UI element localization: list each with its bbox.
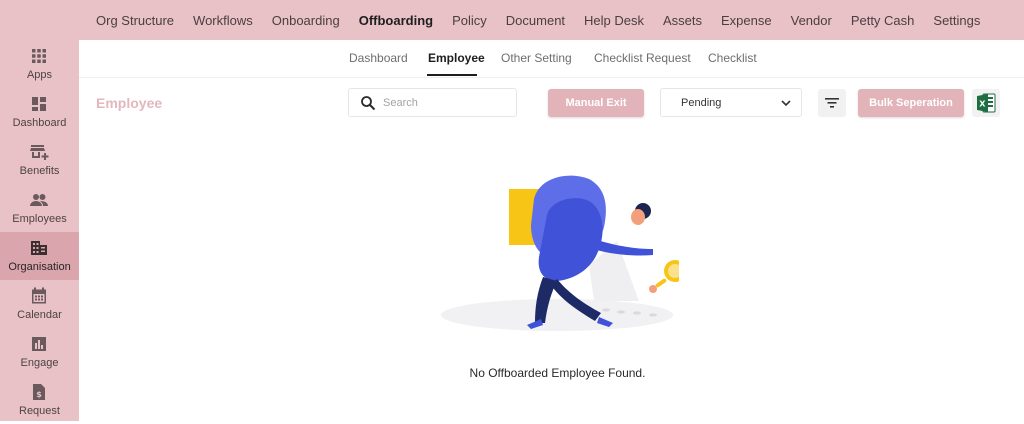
sidebar-item-label: Dashboard: [12, 117, 67, 129]
sidebar-item-label: Engage: [20, 357, 59, 369]
empty-search-illustration: [441, 175, 679, 331]
sidebar-item-apps[interactable]: Apps: [0, 40, 79, 88]
sidebar-item-engage[interactable]: Engage: [0, 328, 79, 376]
sidebar-item-benefits[interactable]: Benefits: [0, 136, 79, 184]
sidebar-item-label: Employees: [12, 213, 67, 225]
sub-navigation-tabs: Dashboard Employee Other Setting Checkli…: [79, 40, 1024, 78]
sidebar-item-dashboard[interactable]: Dashboard: [0, 88, 79, 136]
svg-text:$: $: [36, 390, 42, 399]
sidebar: Apps Dashboard Benefits Employees Organi…: [0, 40, 79, 421]
sidebar-item-calendar[interactable]: Calendar: [0, 280, 79, 328]
top-navigation-bar: Org Structure Workflows Onboarding Offbo…: [0, 0, 1024, 40]
excel-export-button[interactable]: X: [972, 89, 1000, 117]
illustration-hand: [649, 285, 657, 293]
sidebar-item-employees[interactable]: Employees: [0, 184, 79, 232]
topnav-expense[interactable]: Expense: [721, 13, 772, 28]
sidebar-item-label: Request: [19, 405, 60, 417]
sidebar-item-request[interactable]: $ Request: [0, 376, 79, 424]
calendar-icon: [32, 287, 46, 304]
benefits-store-icon: [30, 145, 49, 160]
topnav-assets[interactable]: Assets: [663, 13, 702, 28]
topnav-settings[interactable]: Settings: [933, 13, 980, 28]
bar-chart-icon: [32, 337, 46, 351]
sidebar-item-label: Apps: [26, 69, 53, 81]
tab-dashboard[interactable]: Dashboard: [349, 51, 408, 65]
status-select-value: Pending: [681, 97, 722, 109]
sidebar-item-label: Calendar: [17, 309, 62, 321]
topnav-workflows[interactable]: Workflows: [193, 13, 253, 28]
search-input[interactable]: [383, 94, 511, 112]
search-box[interactable]: [348, 88, 517, 117]
topnav-petty-cash[interactable]: Petty Cash: [851, 13, 915, 28]
status-select[interactable]: Pending: [660, 88, 802, 117]
empty-state-text: No Offboarded Employee Found.: [469, 366, 646, 380]
bulk-separation-button[interactable]: Bulk Seperation: [858, 89, 964, 117]
sidebar-item-label: Benefits: [19, 165, 60, 177]
apps-grid-icon: [32, 49, 46, 63]
tab-checklist-request[interactable]: Checklist Request: [594, 51, 691, 65]
topnav-offboarding[interactable]: Offboarding: [359, 13, 433, 28]
sidebar-item-label: Organisation: [8, 261, 71, 273]
topnav-document[interactable]: Document: [506, 13, 565, 28]
search-icon: [361, 96, 376, 111]
main-content: Dashboard Employee Other Setting Checkli…: [79, 40, 1024, 421]
tab-employee[interactable]: Employee: [428, 51, 485, 65]
chevron-down-icon: [781, 100, 791, 107]
topnav-onboarding[interactable]: Onboarding: [272, 13, 340, 28]
top-navigation-items: Org Structure Workflows Onboarding Offbo…: [96, 0, 999, 40]
topnav-org-structure[interactable]: Org Structure: [96, 13, 174, 28]
page-title: Employee: [96, 95, 163, 111]
svg-text:X: X: [979, 100, 986, 109]
filter-button[interactable]: [818, 89, 846, 117]
building-icon: [31, 241, 47, 255]
excel-icon: X: [977, 93, 996, 113]
people-icon: [30, 194, 48, 206]
topnav-help-desk[interactable]: Help Desk: [584, 13, 644, 28]
tab-checklist[interactable]: Checklist: [708, 51, 757, 65]
empty-state-message: No Offboarded Employee Found.: [79, 366, 1024, 380]
illustration-face: [631, 209, 645, 225]
manual-exit-button[interactable]: Manual Exit: [548, 89, 644, 117]
tab-other-setting[interactable]: Other Setting: [501, 51, 572, 65]
active-tab-indicator: [427, 74, 477, 76]
illustration-floor-shadow: [441, 299, 673, 331]
topnav-vendor[interactable]: Vendor: [791, 13, 832, 28]
topnav-policy[interactable]: Policy: [452, 13, 487, 28]
sidebar-item-organisation[interactable]: Organisation: [0, 232, 79, 280]
filter-icon: [825, 98, 839, 108]
illustration-magnifier-handle: [655, 278, 667, 288]
dashboard-icon: [32, 97, 46, 111]
request-document-icon: $: [33, 384, 45, 400]
